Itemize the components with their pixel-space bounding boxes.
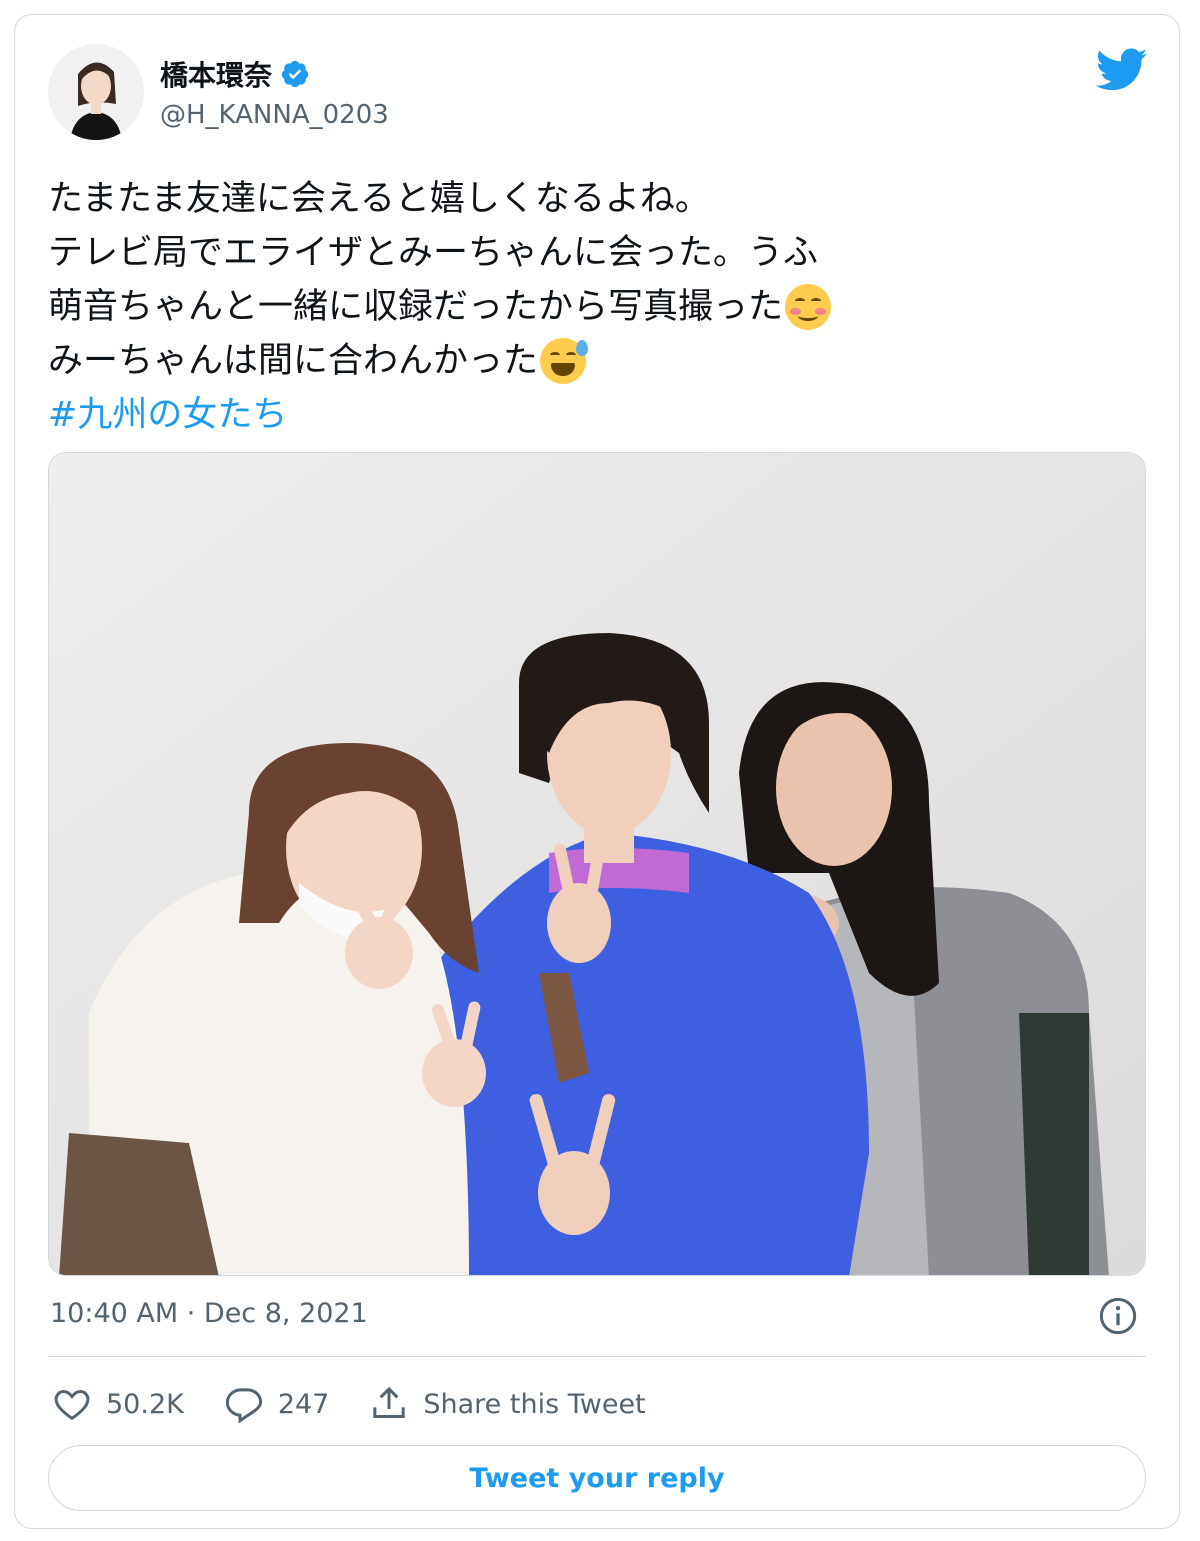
like-count: 50.2K [106, 1388, 184, 1420]
tweet-timestamp[interactable]: 10:40 AM · Dec 8, 2021 [50, 1298, 368, 1329]
tweet-line: みーちゃんは間に合わんかった [48, 334, 1148, 388]
tweet-line: テレビ局でエライザとみーちゃんに会った。うふ [48, 226, 1148, 280]
grinning-face-with-sweat-emoji [540, 338, 589, 384]
reply-button[interactable]: 247 [224, 1384, 330, 1424]
heart-icon [54, 1389, 90, 1420]
author-name-row: 橋本環奈 [160, 54, 310, 94]
tweet-line-text: テレビ局でエライザとみーちゃんに会った。うふ [48, 233, 819, 273]
tweet-your-reply-button[interactable]: Tweet your reply [48, 1445, 1146, 1511]
tweet-line-text: 萌音ちゃんと一緒に収録だったから写真撮った [48, 287, 784, 327]
share-label: Share this Tweet [423, 1388, 646, 1420]
reply-count: 247 [277, 1388, 330, 1420]
tweet-line: 萌音ちゃんと一緒に収録だったから写真撮った [48, 280, 1148, 334]
verified-badge-icon [281, 60, 309, 88]
like-button[interactable]: 50.2K [52, 1384, 184, 1424]
share-button[interactable]: Share this Tweet [369, 1384, 646, 1424]
tweet-line-text: たまたま友達に会えると嬉しくなるよね。 [48, 179, 710, 219]
author-name[interactable]: 橋本環奈 [160, 54, 272, 94]
author-handle[interactable]: @H_KANNA_0203 [160, 100, 389, 130]
reply-bubble-icon [225, 1388, 262, 1424]
tweet-line-text: みーちゃんは間に合わんかった [48, 341, 539, 381]
author-avatar[interactable] [48, 44, 144, 140]
tweet-text: たまたま友達に会えると嬉しくなるよね。 テレビ局でエライザとみーちゃんに会った。… [48, 172, 1148, 442]
tweet-line: #九州の女たち [48, 388, 1148, 442]
twitter-bird-icon[interactable] [1096, 48, 1148, 92]
hashtag-link[interactable]: #九州の女たち [48, 388, 287, 442]
tweet-actions: 50.2K 247 Share this Tweet [52, 1384, 686, 1424]
smiling-face-with-smiling-eyes-emoji [785, 284, 832, 330]
divider [48, 1356, 1146, 1357]
tweet-line: たまたま友達に会えると嬉しくなるよね。 [48, 172, 1148, 226]
share-icon [373, 1386, 406, 1418]
info-icon[interactable] [1098, 1296, 1138, 1336]
tweet-photo[interactable] [48, 452, 1146, 1276]
photo-image [49, 453, 1145, 1275]
avatar-image [48, 44, 144, 140]
